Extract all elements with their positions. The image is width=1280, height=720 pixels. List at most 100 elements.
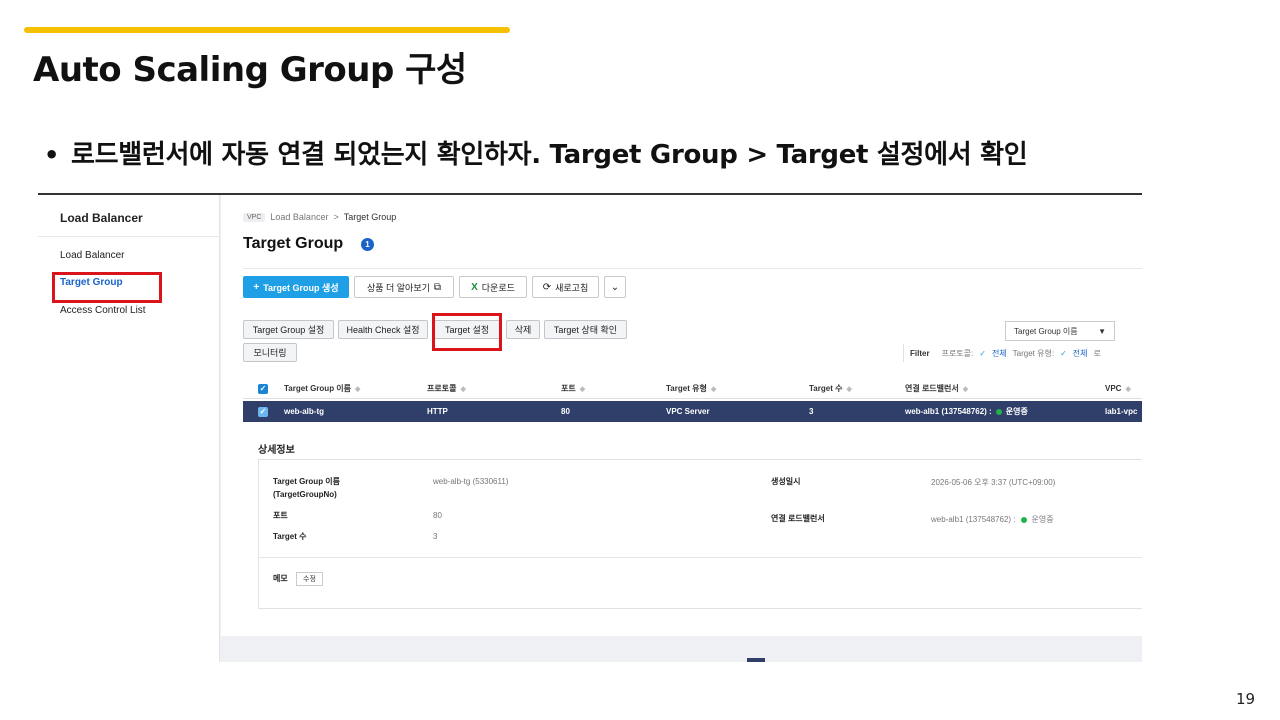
count-badge: 1 (361, 238, 374, 251)
breadcrumb-parent[interactable]: Load Balancer (270, 212, 328, 222)
learn-more-button[interactable]: 상품 더 알아보기 ⧉ (354, 276, 454, 298)
bullet-dot-icon: • (44, 141, 60, 169)
detail-created-label: 생성일시 (771, 477, 801, 486)
delete-button[interactable]: 삭제 (506, 320, 540, 339)
cell-lb-status: 운영중 (1005, 407, 1028, 416)
refresh-icon: ⟳ (542, 281, 552, 293)
checkbox-checked-icon: ✓ (258, 383, 268, 394)
detail-created-value: 2026-05-06 오후 3:37 (UTC+09:00) (931, 478, 1056, 487)
external-link-icon: ⧉ (433, 281, 442, 293)
filter-type-value[interactable]: 전체 (1073, 348, 1088, 359)
detail-lb-value: web-alb1 (137548762) : 운영중 (931, 514, 1054, 525)
sidebar-divider (38, 236, 220, 237)
title-divider (243, 268, 1142, 269)
filter-more-label: 로 (1093, 348, 1101, 358)
refresh-label: 새로고침 (555, 282, 589, 293)
health-check-settings-button[interactable]: Health Check 설정 (338, 320, 428, 339)
sort-icon: ◆ (846, 385, 852, 393)
detail-port-value: 80 (433, 511, 442, 520)
detail-count-value: 3 (433, 532, 438, 541)
create-target-group-label: Target Group 생성 (263, 282, 339, 293)
learn-more-label: 상품 더 알아보기 (366, 282, 430, 293)
highlight-box-sidebar (52, 272, 162, 303)
column-header-label: VPC (1105, 384, 1122, 393)
detail-lb-name: web-alb1 (137548762) : (931, 515, 1016, 524)
detail-panel: Target Group 이름 (TargetGroupNo) web-alb-t… (258, 459, 1142, 609)
detail-tg-name-label: Target Group 이름 (TargetGroupNo) (273, 475, 340, 501)
cell-name: web-alb-tg (284, 407, 324, 416)
column-header-label: Target 수 (809, 384, 843, 393)
select-all-checkbox[interactable]: ✓ (258, 379, 268, 398)
content-panel: VPC Load Balancer > Target Group Target … (221, 195, 1142, 636)
filter-protocol-label: 프로토콜: (941, 348, 974, 358)
slide-bullet: • 로드밸런서에 자동 연결 되었는지 확인하자. Target Group > … (44, 134, 1028, 171)
column-header-count[interactable]: Target 수 ◆ (809, 379, 852, 398)
filter-label[interactable]: Filter (910, 349, 930, 358)
sort-icon: ◆ (1125, 385, 1131, 393)
monitoring-button[interactable]: 모니터링 (243, 343, 297, 362)
checkbox-checked-icon: ✓ (258, 406, 268, 417)
column-header-label: 포트 (561, 384, 576, 393)
page-number: 19 (1236, 690, 1256, 708)
detail-tg-name-value: web-alb-tg (5330611) (433, 477, 509, 486)
column-header-label: 연결 로드밸런서 (905, 384, 959, 393)
search-field-value: Target Group 이름 (1014, 326, 1078, 336)
cell-port: 80 (561, 407, 570, 416)
column-header-protocol[interactable]: 프로토콜 ◆ (427, 379, 466, 398)
column-header-label: Target Group 이름 (284, 384, 352, 393)
column-header-type[interactable]: Target 유형 ◆ (666, 379, 716, 398)
cell-lb-name: web-alb1 (137548762) : (905, 407, 992, 416)
chevron-down-icon: ⌄ (610, 281, 620, 293)
column-header-vpc[interactable]: VPC ◆ (1105, 379, 1131, 398)
table-row[interactable]: ✓ web-alb-tg HTTP 80 VPC Server 3 web-al… (243, 401, 1142, 422)
console-screenshot: Load Balancer Load Balancer Target Group… (38, 193, 1142, 662)
highlight-box-target-settings (432, 313, 502, 351)
column-header-lb[interactable]: 연결 로드밸런서 ◆ (905, 379, 968, 398)
column-header-name[interactable]: Target Group 이름 ◆ (284, 379, 360, 398)
status-dot-icon (995, 408, 1002, 415)
refresh-button[interactable]: ⟳ 새로고침 (532, 276, 599, 298)
download-button[interactable]: X 다운로드 (459, 276, 527, 298)
filter-bar: Filter 프로토콜: ✓ 전체 Target 유형: ✓ 전체 로 (903, 344, 1142, 362)
row-checkbox[interactable]: ✓ (258, 401, 268, 422)
detail-port-label: 포트 (273, 511, 288, 520)
create-target-group-button[interactable]: + Target Group 생성 (243, 276, 349, 298)
detail-tg-name-label-line1: Target Group 이름 (273, 477, 341, 486)
status-dot-icon (1020, 516, 1027, 523)
cell-vpc: lab1-vpc (1105, 407, 1138, 416)
target-status-button[interactable]: Target 상태 확인 (544, 320, 627, 339)
detail-title: 상세정보 (258, 445, 295, 456)
page-title: Target Group (243, 235, 344, 252)
tg-settings-button[interactable]: Target Group 설정 (243, 320, 334, 339)
sidebar-item-load-balancer[interactable]: Load Balancer (60, 250, 125, 261)
breadcrumb-vpc-badge: VPC (243, 212, 266, 222)
download-label: 다운로드 (481, 282, 515, 293)
column-header-label: 프로토콜 (427, 384, 457, 393)
slide-title: Auto Scaling Group 구성 (33, 50, 467, 90)
detail-lb-status: 운영중 (1031, 515, 1054, 524)
sort-icon: ◆ (579, 385, 586, 393)
column-header-port[interactable]: 포트 ◆ (561, 379, 585, 398)
memo-edit-button[interactable]: 수정 (296, 572, 323, 586)
plus-icon: + (253, 281, 260, 293)
filter-type-label: Target 유형: (1012, 348, 1055, 358)
title-accent-bar (24, 27, 510, 33)
scroll-indicator[interactable] (747, 658, 765, 662)
bullet-text: 로드밸런서에 자동 연결 되었는지 확인하자. Target Group > T… (71, 140, 1028, 170)
sidebar: Load Balancer Load Balancer Target Group… (38, 195, 220, 662)
sidebar-item-access-control-list[interactable]: Access Control List (60, 305, 146, 316)
cell-protocol: HTTP (427, 407, 448, 416)
sort-icon: ◆ (962, 385, 969, 393)
more-dropdown-button[interactable]: ⌄ (604, 276, 626, 298)
check-icon: ✓ (1060, 348, 1067, 358)
check-icon: ✓ (979, 348, 986, 358)
sort-icon: ◆ (710, 385, 717, 393)
filter-protocol-value[interactable]: 전체 (992, 348, 1007, 359)
main-area: VPC Load Balancer > Target Group Target … (221, 195, 1142, 662)
sort-icon: ◆ (460, 385, 466, 393)
sidebar-header: Load Balancer (60, 211, 143, 225)
detail-count-label: Target 수 (273, 532, 307, 541)
breadcrumb-current: Target Group (343, 212, 397, 222)
search-field-select[interactable]: Target Group 이름 ▼ (1005, 321, 1115, 341)
cell-count: 3 (809, 407, 814, 416)
